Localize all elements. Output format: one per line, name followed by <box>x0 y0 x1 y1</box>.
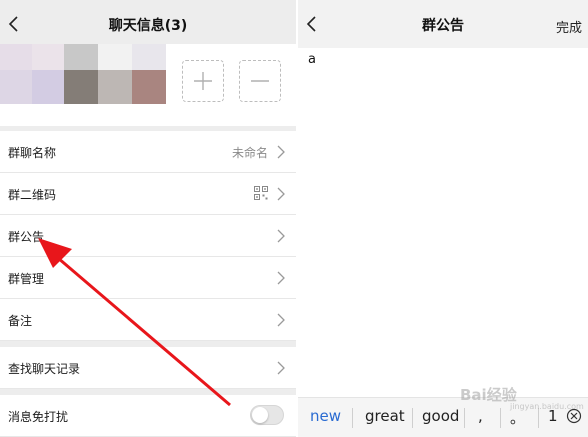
suggestion-item[interactable]: great <box>365 407 405 425</box>
plus-icon <box>194 72 212 90</box>
group-qr-label: 群二维码 <box>8 188 57 202</box>
chat-info-navbar: 聊天信息(3) <box>0 0 296 48</box>
notice-navbar: 群公告 完成 <box>298 0 588 48</box>
chevron-right-icon <box>277 229 285 243</box>
member-avatar[interactable] <box>98 44 132 70</box>
done-button[interactable]: 完成 <box>556 17 582 36</box>
suggestion-divider <box>464 408 465 428</box>
remark-label: 备注 <box>8 314 33 328</box>
mute-toggle[interactable] <box>250 405 284 425</box>
notice-title: 群公告 <box>422 18 464 34</box>
chevron-right-icon <box>277 271 285 285</box>
minus-icon <box>251 80 269 82</box>
chevron-right-icon <box>277 145 285 159</box>
member-avatar[interactable] <box>0 70 34 104</box>
remove-member-button[interactable] <box>239 60 281 102</box>
group-notice-row[interactable]: 群公告 <box>0 215 296 257</box>
member-avatar[interactable] <box>32 70 66 104</box>
group-manage-label: 群管理 <box>8 272 45 286</box>
add-member-button[interactable] <box>182 60 224 102</box>
toggle-knob <box>252 407 268 423</box>
mute-label: 消息免打扰 <box>8 410 69 424</box>
member-avatar[interactable] <box>32 44 66 70</box>
suggestion-item[interactable]: new <box>310 407 341 425</box>
group-name-row[interactable]: 群聊名称 未命名 <box>0 131 296 173</box>
group-name-value: 未命名 <box>231 146 268 160</box>
search-history-row[interactable]: 查找聊天记录 <box>0 347 296 389</box>
group-notice-label: 群公告 <box>8 230 45 244</box>
notice-text-input[interactable]: a <box>308 52 316 67</box>
member-avatar[interactable] <box>98 70 132 104</box>
suggestion-divider <box>412 408 413 428</box>
suggestion-divider <box>352 408 353 428</box>
member-avatar[interactable] <box>0 44 34 70</box>
chevron-right-icon <box>277 313 285 327</box>
suggestion-divider <box>538 408 539 428</box>
watermark-subtext: jingyan.baidu.com <box>510 402 584 411</box>
search-history-label: 查找聊天记录 <box>8 362 81 376</box>
chevron-right-icon <box>277 187 285 201</box>
group-notice-editor-panel: 群公告 完成 a new great good , 。 1 <box>298 0 588 437</box>
page-title: 聊天信息(3) <box>108 18 188 34</box>
suggestion-item[interactable]: , <box>478 407 483 425</box>
watermark: Bai经验 <box>460 386 517 404</box>
member-grid <box>0 44 296 126</box>
mute-row: 消息免打扰 <box>0 395 296 437</box>
remark-row[interactable]: 备注 <box>0 299 296 341</box>
suggestion-item[interactable]: good <box>422 407 459 425</box>
group-manage-row[interactable]: 群管理 <box>0 257 296 299</box>
member-avatar[interactable] <box>132 70 166 104</box>
member-avatar[interactable] <box>64 70 98 104</box>
chevron-right-icon <box>277 361 285 375</box>
chat-info-panel: 聊天信息(3) 群聊名称 未命名 群二维码 群公告 群管理 备注 查找聊天记录 … <box>0 0 296 437</box>
group-qr-row[interactable]: 群二维码 <box>0 173 296 215</box>
member-avatar[interactable] <box>132 44 166 70</box>
group-name-label: 群聊名称 <box>8 146 57 160</box>
suggestion-divider <box>500 408 501 428</box>
member-avatar[interactable] <box>64 44 98 70</box>
qr-code-icon <box>254 186 268 200</box>
